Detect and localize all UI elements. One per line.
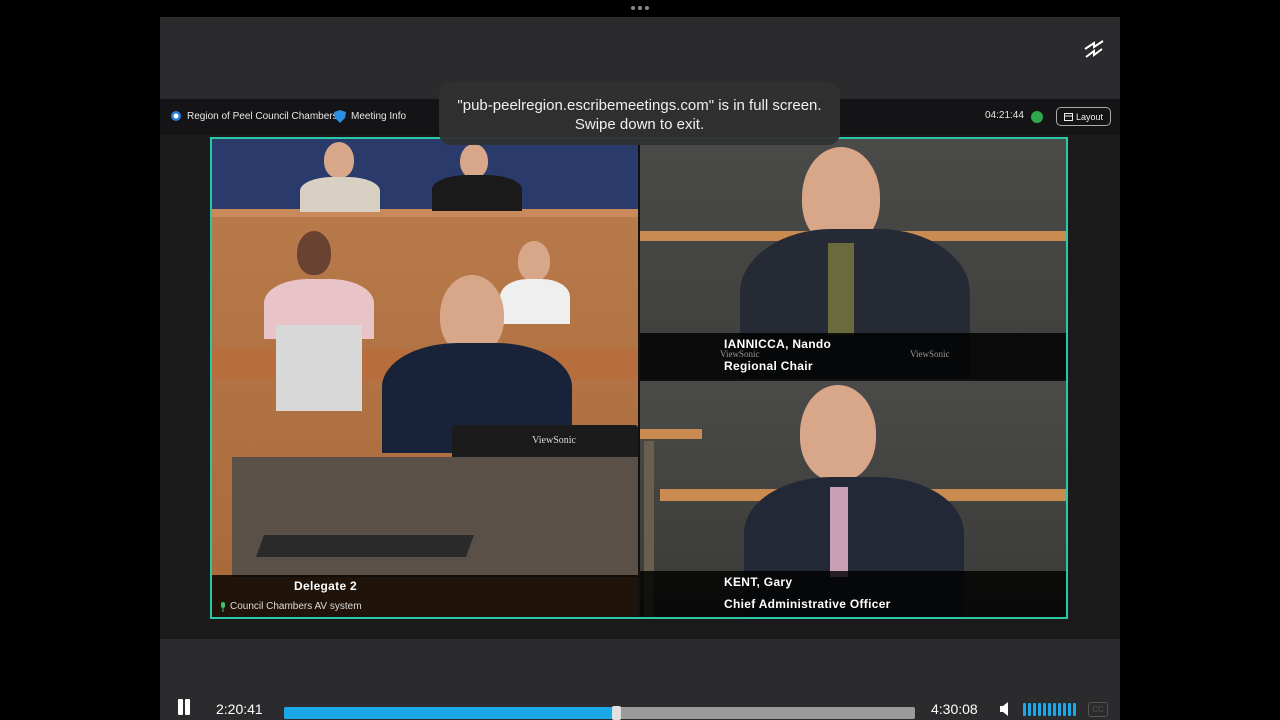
volume-icon[interactable] <box>998 701 1014 717</box>
player-controls: 2:20:41 4:30:08 CC <box>160 639 1120 720</box>
channel-title: Region of Peel Council Chambers <box>170 110 338 122</box>
monitor-stand <box>276 325 362 411</box>
letterbox-bottom: 2:20:41 4:30:08 CC <box>160 639 1120 720</box>
seek-progress <box>284 707 613 719</box>
fullscreen-toast: "pub-peelregion.escribemeetings.com" is … <box>439 82 840 145</box>
av-system-label: Council Chambers AV system <box>220 601 362 612</box>
live-indicator-icon <box>1031 111 1043 123</box>
layout-label: Layout <box>1075 111 1104 122</box>
closed-captions-button[interactable]: CC <box>1088 702 1108 717</box>
volume-slider[interactable] <box>1023 703 1076 716</box>
meeting-info-link[interactable]: Meeting Info <box>334 110 406 123</box>
laptop <box>255 535 475 557</box>
caption-delegate: Delegate 2 Council Chambers AV system <box>212 575 638 617</box>
stream-clock: 04:21:44 <box>985 110 1024 121</box>
cao-title: Chief Administrative Officer <box>724 597 891 611</box>
delegate-name: Delegate 2 <box>294 579 358 593</box>
layout-button[interactable]: Layout <box>1056 107 1111 126</box>
peel-logo-icon <box>171 111 181 121</box>
toast-line-1: "pub-peelregion.escribemeetings.com" is … <box>457 97 822 114</box>
seek-thumb[interactable] <box>612 706 622 720</box>
meeting-info-label: Meeting Info <box>351 111 407 122</box>
monitor-brand-b: ViewSonic <box>910 349 950 359</box>
monitor-brand-a: ViewSonic <box>720 349 760 359</box>
desk-rail <box>212 209 638 217</box>
tile-delegate[interactable]: ViewSonic Delegate 2 Council Chambers AV… <box>212 139 638 617</box>
av-system-text: Council Chambers AV system <box>230 601 362 612</box>
tile-regional-chair[interactable]: IANNICCA, Nando Regional Chair ViewSonic… <box>640 139 1066 379</box>
monitor-brand: ViewSonic <box>532 435 576 446</box>
video-grid: ViewSonic Delegate 2 Council Chambers AV… <box>210 137 1068 619</box>
info-shield-icon <box>334 110 346 123</box>
current-time: 2:20:41 <box>216 701 263 717</box>
exit-fullscreen-icon[interactable] <box>1082 37 1106 61</box>
podium <box>232 457 638 577</box>
seek-bar[interactable] <box>284 706 915 720</box>
caption-cao: KENT, Gary Chief Administrative Officer <box>640 571 1066 617</box>
chair-title: Regional Chair <box>724 359 813 373</box>
caption-chair: IANNICCA, Nando Regional Chair ViewSonic… <box>640 333 1066 379</box>
pause-button[interactable] <box>176 699 192 717</box>
mic-icon <box>221 601 225 612</box>
wood-rail-left <box>640 429 702 439</box>
cao-name: KENT, Gary <box>724 575 793 589</box>
more-handle-icon[interactable] <box>630 4 650 12</box>
toast-line-2: Swipe down to exit. <box>574 116 705 133</box>
layout-icon <box>1063 112 1073 121</box>
duration: 4:30:08 <box>931 701 978 717</box>
tile-cao[interactable]: KENT, Gary Chief Administrative Officer <box>640 381 1066 617</box>
channel-label: Region of Peel Council Chambers <box>187 110 338 122</box>
